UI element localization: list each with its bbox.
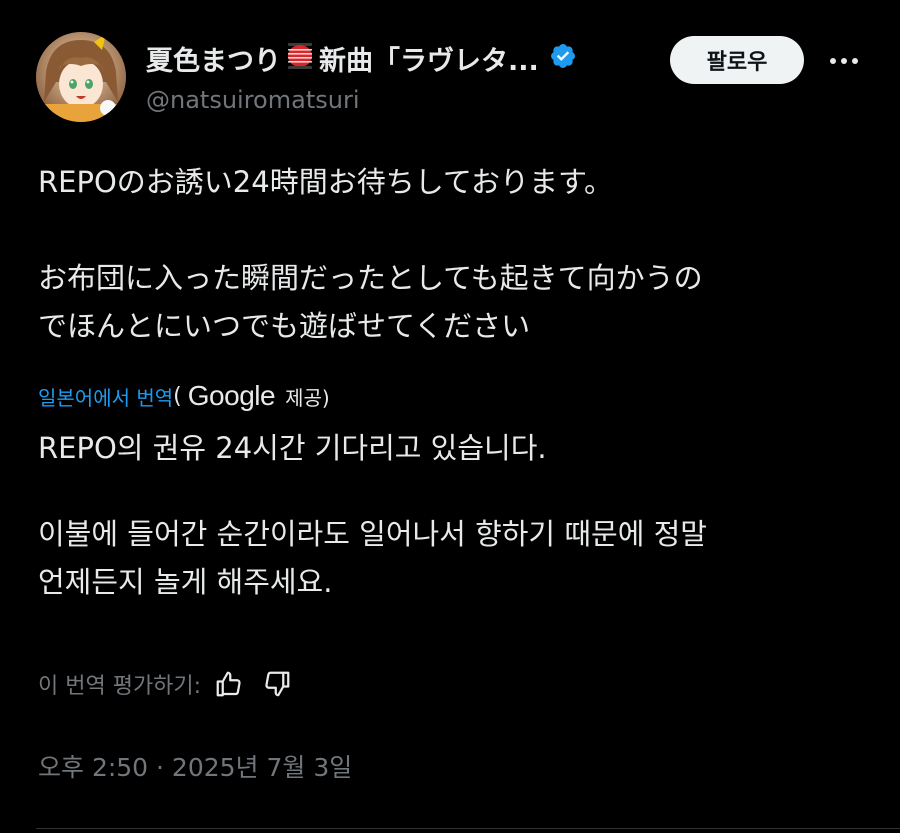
thumbs-down-icon bbox=[265, 671, 290, 697]
more-options-button[interactable] bbox=[822, 46, 866, 76]
tweet-paragraph-1: REPOのお誘い24時間お待ちしております。 bbox=[38, 165, 614, 199]
provided-label: 제공) bbox=[285, 385, 330, 410]
tweet-body: REPOのお誘い24時間お待ちしております。 お布団に入った瞬間だったとしても起… bbox=[38, 158, 868, 350]
avatar-image bbox=[36, 32, 126, 122]
rate-translation-label: 이 번역 평가하기: bbox=[38, 674, 202, 699]
tweet-paragraph-2-line-2: でほんとにいつでも遊ばせてください bbox=[38, 309, 531, 343]
translated-body: REPO의 권유 24시간 기다리고 있습니다. 이불에 들어간 순간이라도 일… bbox=[38, 424, 868, 606]
more-horizontal-icon bbox=[830, 58, 858, 64]
display-name-part1[interactable]: 夏色まつり bbox=[146, 39, 281, 78]
rate-translation: 이 번역 평가하기: bbox=[38, 662, 297, 706]
tweet-timestamp[interactable]: 오후 2:50 · 2025년 7월 3일 bbox=[38, 746, 352, 790]
translated-paragraph-2-line-2: 언제든지 놀게 해주세요. bbox=[38, 565, 333, 599]
translation-attribution: 일본어에서 번역 ( Google 제공) bbox=[38, 374, 330, 418]
display-name-part2[interactable]: 新曲「ラヴレタ... bbox=[319, 39, 539, 78]
thumbs-up-icon bbox=[216, 671, 241, 697]
tweet-paragraph-2-line-1: お布団に入った瞬間だったとしても起きて向かうの bbox=[38, 261, 703, 295]
open-paren: ( bbox=[173, 383, 182, 409]
thumbs-down-button[interactable] bbox=[257, 664, 297, 704]
thumbs-up-button[interactable] bbox=[209, 664, 249, 704]
author-names: 夏色まつり 新曲「ラヴレタ... @natsuiromatsuri bbox=[146, 38, 666, 116]
translated-paragraph-2-line-1: 이불에 들어간 순간이라도 일어나서 향하기 때문에 정말 bbox=[38, 517, 707, 551]
verified-badge-icon[interactable] bbox=[549, 42, 577, 74]
translated-paragraph-1: REPO의 권유 24시간 기다리고 있습니다. bbox=[38, 431, 547, 465]
lantern-emoji-icon bbox=[285, 41, 315, 75]
translated-from-link[interactable]: 일본어에서 번역 bbox=[38, 382, 173, 411]
divider bbox=[36, 828, 900, 829]
tweet-header: 夏色まつり 新曲「ラヴレタ... @natsuiromatsuri 팔로우 bbox=[36, 32, 866, 124]
author-handle[interactable]: @natsuiromatsuri bbox=[146, 84, 666, 116]
display-name-row[interactable]: 夏色まつり 新曲「ラヴレタ... bbox=[146, 38, 666, 78]
follow-button[interactable]: 팔로우 bbox=[670, 36, 804, 84]
avatar[interactable] bbox=[36, 32, 126, 122]
google-logo: Google bbox=[187, 380, 276, 411]
